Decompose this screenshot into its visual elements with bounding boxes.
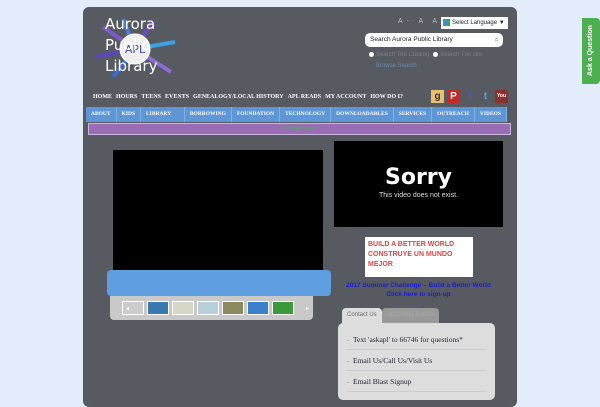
banner-text: BUILD A BETTER WORLD CONSTRUYE UN MUNDO … (368, 241, 455, 268)
promo-link[interactable]: 2017 Summer Challenge – Build a Better W… (334, 281, 503, 299)
topnav-home[interactable]: HOME (93, 94, 112, 100)
tab-contact-us[interactable]: Contact Us (342, 308, 382, 324)
nav-borrowing[interactable]: BORROWING (185, 107, 232, 122)
prev-arrow-icon[interactable]: ◂ (126, 305, 129, 312)
goodreads-icon[interactable]: g (431, 90, 444, 103)
nav-downloadables[interactable]: DOWNLOADABLES (331, 107, 394, 122)
topnav-how-do-i[interactable]: HOW DO I? (370, 94, 403, 100)
top-nav: HOME HOURS TEENS EVENTS GENEALOGY/LOCAL HIST… (93, 94, 407, 100)
topnav-hours[interactable]: HOURS (116, 94, 137, 100)
contact-link-email[interactable]: Email Us/Call Us/Visit Us (347, 350, 486, 371)
thumbnail[interactable] (172, 301, 194, 315)
brand-line: Library (105, 57, 158, 75)
thumbnail[interactable] (272, 301, 294, 315)
brand-line: Aurora (105, 15, 156, 33)
nav-foundation[interactable]: FOUNDATION (232, 107, 281, 122)
nav-library-cards[interactable]: LIBRARY CARDS (141, 107, 185, 132)
language-select[interactable]: Select Language ▼ (441, 17, 508, 29)
browse-search-link[interactable]: Browse Search (376, 63, 417, 69)
next-arrow-icon[interactable]: ▸ (306, 305, 309, 312)
topnav-events[interactable]: EVENTS (165, 94, 189, 100)
thumbnail[interactable] (197, 301, 219, 315)
nav-kids[interactable]: KIDS (117, 107, 142, 122)
promo-title[interactable]: 2017 Summer Challenge – Build a Better W… (334, 281, 503, 290)
search-input[interactable]: Search Aurora Public Library ⌕ (365, 33, 503, 47)
contact-link-signup[interactable]: Email Blast Signup (347, 371, 486, 392)
slideshow-image[interactable] (113, 150, 323, 270)
info-tabs: Contact Us Upcoming Events (342, 308, 439, 324)
main-nav: ABOUTKIDSLIBRARY CARDSBORROWINGFOUNDATIO… (86, 107, 507, 132)
summer-challenge-banner[interactable]: BUILD A BETTER WORLD CONSTRUYE UN MUNDO … (365, 237, 473, 277)
brand-line: Public (105, 36, 150, 54)
radio-site[interactable]: Search The site (433, 52, 482, 58)
thumbnail[interactable] (222, 301, 244, 315)
tab-upcoming-events[interactable]: Upcoming Events (381, 308, 439, 324)
video-error-message: This video does not exist. (379, 192, 458, 199)
video-player[interactable]: Sorry This video does not exist. (334, 141, 503, 227)
search-icon[interactable]: ⌕ (495, 33, 499, 47)
nav-outreach[interactable]: OUTREACH (432, 107, 475, 122)
topnav-my-account[interactable]: MY ACCOUNT (325, 94, 366, 100)
language-label: Select Language ▼ (452, 20, 505, 26)
library-news-bar[interactable]: Library News (88, 123, 511, 135)
video-error-title: Sorry (385, 165, 452, 190)
social-links: g Pf t You (431, 90, 508, 103)
ask-a-question-button[interactable]: Ask a Question (582, 18, 600, 84)
contact-panel: Text 'askapl' to 66746 for questions*Ema… (338, 323, 495, 400)
topnav-apl-reads[interactable]: APL READS (288, 94, 322, 100)
pinterest-icon[interactable]: P (447, 90, 460, 103)
topnav-teens[interactable]: TEENS (141, 94, 161, 100)
facebook-icon[interactable]: f (463, 90, 476, 103)
contact-link-text[interactable]: Text 'askapl' to 66746 for questions* (347, 329, 486, 350)
twitter-icon[interactable]: t (479, 90, 492, 103)
thumbnail-strip (110, 296, 313, 320)
google-icon (443, 19, 450, 26)
youtube-icon[interactable]: You (495, 90, 508, 103)
radio-catalog[interactable]: Search The Catalog (369, 52, 429, 58)
search-scope: Search The Catalog Search The site (369, 52, 486, 58)
thumbnail[interactable] (247, 301, 269, 315)
topnav-genealogy[interactable]: GENEALOGY/LOCAL HISTORY (193, 94, 284, 100)
library-name[interactable]: Aurora Public Library (105, 14, 157, 77)
nav-technology[interactable]: TECHNOLOGY (280, 107, 332, 122)
nav-videos[interactable]: VIDEOS (475, 107, 507, 122)
nav-services[interactable]: SERVICES (394, 107, 433, 122)
slideshow-caption (107, 270, 331, 296)
thumbnail[interactable] (147, 301, 169, 315)
signup-link[interactable]: Click here to sign-up (334, 290, 503, 299)
search-placeholder: Search Aurora Public Library (370, 36, 453, 43)
nav-about[interactable]: ABOUT (86, 107, 117, 122)
